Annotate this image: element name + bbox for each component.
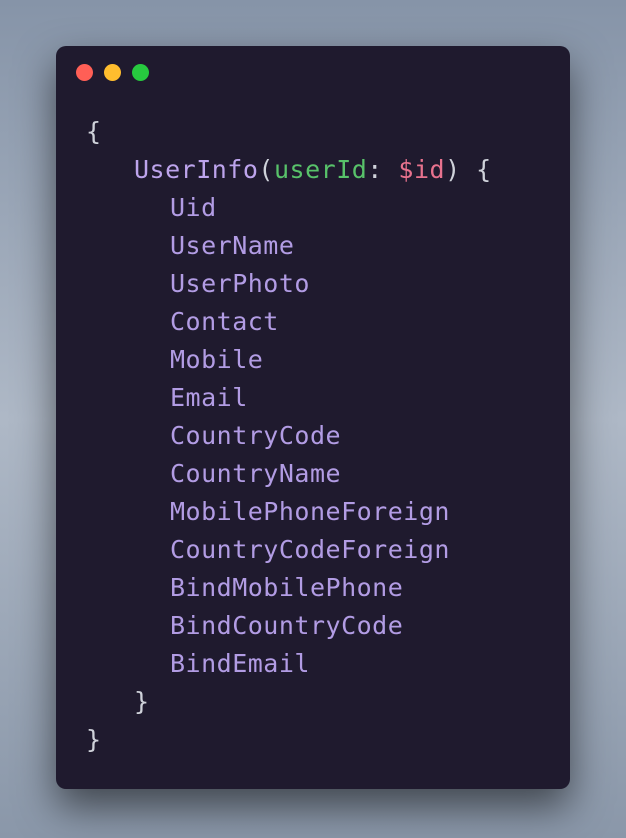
close-icon[interactable] bbox=[76, 64, 93, 81]
code-block: { UserInfo(userId: $id) { Uid UserName U… bbox=[56, 89, 570, 769]
type-userinfo: UserInfo bbox=[134, 155, 258, 184]
brace-close: } bbox=[86, 725, 102, 754]
field-bindemail: BindEmail bbox=[170, 649, 310, 678]
field-countrycode: CountryCode bbox=[170, 421, 341, 450]
field-countrycodeforeign: CountryCodeForeign bbox=[170, 535, 450, 564]
window-titlebar bbox=[56, 46, 570, 89]
minimize-icon[interactable] bbox=[104, 64, 121, 81]
field-bindmobilephone: BindMobilePhone bbox=[170, 573, 403, 602]
paren-close-brace: ) { bbox=[445, 155, 492, 184]
arg-userid: userId bbox=[274, 155, 367, 184]
zoom-icon[interactable] bbox=[132, 64, 149, 81]
field-mobile: Mobile bbox=[170, 345, 263, 374]
inner-brace-close: } bbox=[134, 687, 150, 716]
field-mobilephoneforeign: MobilePhoneForeign bbox=[170, 497, 450, 526]
field-email: Email bbox=[170, 383, 248, 412]
field-contact: Contact bbox=[170, 307, 279, 336]
field-countryname: CountryName bbox=[170, 459, 341, 488]
paren-open: ( bbox=[258, 155, 274, 184]
colon: : bbox=[367, 155, 398, 184]
field-username: UserName bbox=[170, 231, 294, 260]
field-bindcountrycode: BindCountryCode bbox=[170, 611, 403, 640]
userinfo-call: UserInfo(userId: $id) { bbox=[86, 151, 540, 189]
field-userphoto: UserPhoto bbox=[170, 269, 310, 298]
field-uid: Uid bbox=[170, 193, 217, 222]
brace-open: { bbox=[86, 117, 102, 146]
code-window: { UserInfo(userId: $id) { Uid UserName U… bbox=[56, 46, 570, 789]
var-id: $id bbox=[398, 155, 445, 184]
